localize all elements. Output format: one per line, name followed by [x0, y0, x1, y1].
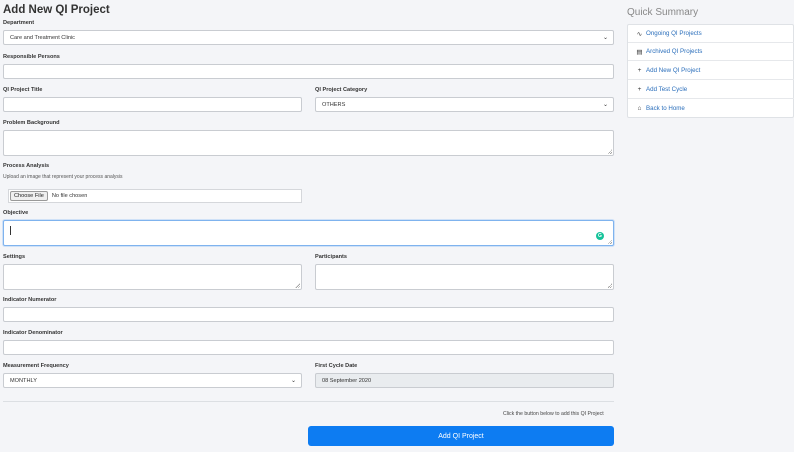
- chevron-down-icon: ⌄: [602, 35, 608, 41]
- sidebar-item-label: Add Test Cycle: [646, 86, 688, 93]
- home-icon: ⌂: [637, 104, 642, 112]
- resize-grip-icon[interactable]: [607, 283, 612, 288]
- settings-label: Settings: [3, 254, 26, 260]
- category-label: QI Project Category: [315, 87, 368, 93]
- chevron-down-icon: ⌄: [602, 102, 608, 108]
- objective-label: Objective: [3, 210, 29, 216]
- quick-summary-card: ∿ Ongoing QI Projects ▤ Archived QI Proj…: [627, 24, 794, 118]
- department-value: Care and Treatment Clinic: [10, 34, 75, 41]
- resize-grip-icon[interactable]: [295, 283, 300, 288]
- sidebar-title: Quick Summary: [627, 7, 699, 18]
- numerator-label: Indicator Numerator: [3, 297, 57, 303]
- denominator-label: Indicator Denominator: [3, 330, 63, 336]
- denominator-input[interactable]: [3, 340, 614, 355]
- divider: [3, 401, 614, 402]
- frequency-select[interactable]: MONTHLY ⌄: [3, 373, 302, 388]
- settings-textarea[interactable]: [3, 264, 302, 290]
- project-title-label: QI Project Title: [3, 87, 43, 93]
- grammarly-icon[interactable]: G: [596, 232, 604, 240]
- first-cycle-input: 08 September 2020: [315, 373, 614, 388]
- responsible-input[interactable]: [3, 64, 614, 79]
- participants-label: Participants: [315, 254, 348, 260]
- sidebar-item-add-test-cycle[interactable]: + Add Test Cycle: [628, 81, 794, 99]
- process-hint: Upload an image that represent your proc…: [3, 174, 123, 180]
- add-qi-project-button[interactable]: Add QI Project: [308, 426, 614, 446]
- archive-icon: ▤: [636, 48, 643, 56]
- project-title-input[interactable]: [3, 97, 302, 112]
- submit-note: Click the button below to add this QI Pr…: [503, 411, 604, 417]
- sidebar-item-add-project[interactable]: + Add New QI Project: [628, 62, 794, 80]
- category-select[interactable]: OTHERS ⌄: [315, 97, 614, 112]
- form-area: Add New QI Project Department Care and T…: [0, 0, 620, 452]
- resize-grip-icon[interactable]: [607, 239, 612, 244]
- resize-grip-icon[interactable]: [607, 149, 612, 154]
- category-value: OTHERS: [322, 101, 346, 108]
- responsible-label: Responsible Persons: [3, 54, 60, 60]
- sidebar-item-ongoing[interactable]: ∿ Ongoing QI Projects: [628, 25, 794, 43]
- frequency-value: MONTHLY: [10, 377, 37, 384]
- sidebar-item-home[interactable]: ⌂ Back to Home: [628, 99, 794, 117]
- plus-icon: +: [637, 67, 642, 74]
- page-title: Add New QI Project: [3, 4, 110, 16]
- sidebar-item-label: Back to Home: [646, 104, 685, 112]
- frequency-label: Measurement Frequency: [3, 363, 69, 369]
- problem-label: Problem Background: [3, 120, 60, 126]
- process-file-input[interactable]: Choose File No file chosen: [8, 189, 302, 203]
- sidebar-item-label: Add New QI Project: [646, 67, 701, 74]
- file-status: No file chosen: [51, 193, 88, 199]
- numerator-input[interactable]: [3, 307, 614, 322]
- first-cycle-label: First Cycle Date: [315, 363, 358, 369]
- text-caret: [10, 226, 11, 235]
- problem-textarea[interactable]: [3, 130, 614, 156]
- department-label: Department: [3, 20, 35, 26]
- sidebar-item-label: Ongoing QI Projects: [646, 30, 702, 37]
- process-label: Process Analysis: [3, 163, 50, 169]
- objective-textarea[interactable]: G: [3, 220, 614, 246]
- activity-icon: ∿: [636, 30, 643, 38]
- plus-icon: +: [637, 86, 642, 93]
- choose-file-button[interactable]: Choose File: [10, 191, 48, 201]
- sidebar-item-label: Archived QI Projects: [646, 48, 703, 55]
- chevron-down-icon: ⌄: [290, 378, 296, 384]
- department-select[interactable]: Care and Treatment Clinic ⌄: [3, 30, 614, 45]
- participants-textarea[interactable]: [315, 264, 614, 290]
- sidebar-item-archived[interactable]: ▤ Archived QI Projects: [628, 43, 794, 61]
